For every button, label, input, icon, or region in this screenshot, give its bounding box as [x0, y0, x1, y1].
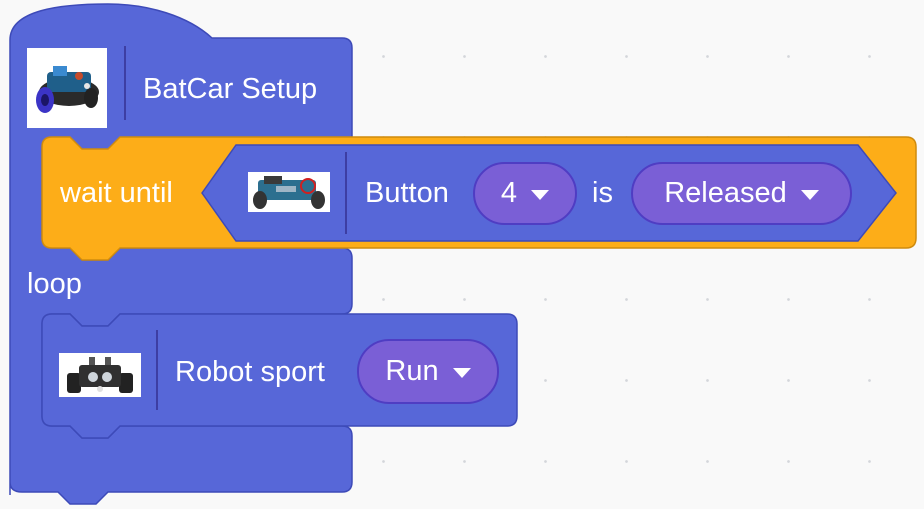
button-number-value: 4 [500, 177, 518, 209]
button-number-dropdown[interactable]: 4 [473, 162, 577, 225]
button-state-value: Released [664, 177, 787, 209]
robot-car-button-icon [248, 172, 330, 212]
button-label: Button [365, 177, 449, 209]
chevron-down-icon [452, 368, 471, 378]
chevron-down-icon [531, 190, 550, 200]
robot-car-icon [27, 48, 107, 128]
robot-sport-label: Robot sport [175, 356, 325, 388]
button-state-dropdown[interactable]: Released [631, 162, 852, 225]
loop-label: loop [27, 268, 82, 300]
robot-sport-value: Run [385, 355, 439, 387]
condition-divider [345, 152, 347, 234]
robot-sport-divider [156, 330, 158, 410]
robot-sport-dropdown[interactable]: Run [357, 339, 499, 404]
chevron-down-icon [800, 190, 819, 200]
setup-divider [124, 46, 126, 120]
is-label: is [592, 177, 613, 209]
blocks-canvas [9, 3, 917, 505]
robot-car-front-icon [59, 353, 141, 397]
setup-label: BatCar Setup [143, 73, 318, 105]
wait-until-label: wait until [60, 177, 173, 209]
